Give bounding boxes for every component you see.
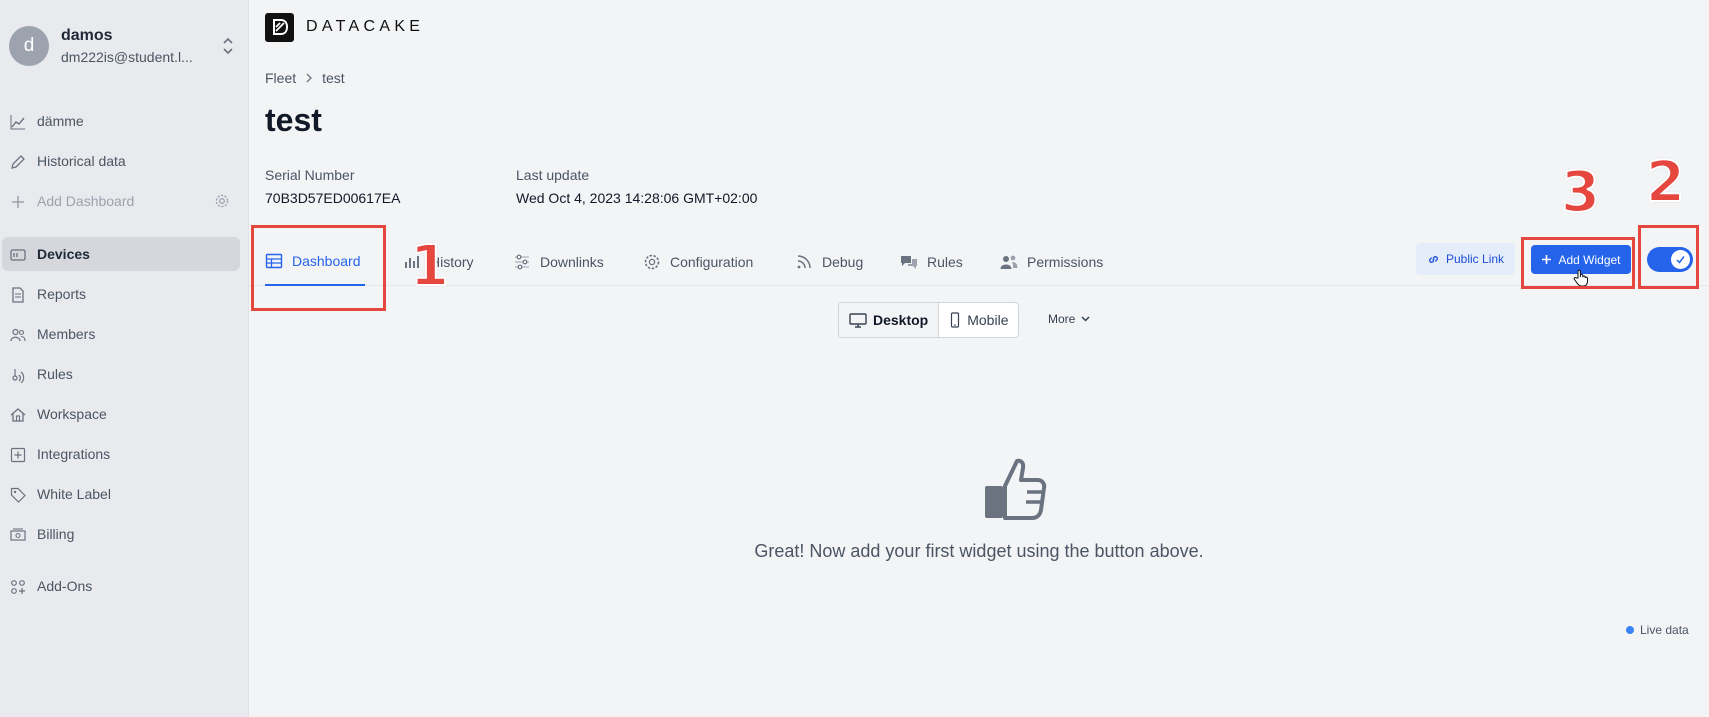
pencil-icon (11, 155, 25, 169)
page-title: test (265, 102, 322, 138)
sidebar-item-workspace[interactable]: Workspace (2, 397, 240, 431)
sidebar-item-label: Rules (37, 366, 73, 382)
chart-line-icon (10, 115, 25, 130)
chat-icon (901, 256, 917, 269)
breadcrumb: Fleet test (265, 70, 345, 86)
annotation-number-3: 3 (1560, 159, 1601, 226)
live-dot (1626, 626, 1634, 634)
sidebar-item-white-label[interactable]: White Label (2, 477, 240, 511)
tab-rules[interactable]: Rules (900, 238, 963, 286)
sidebar-item-label: Workspace (37, 406, 107, 422)
sidebar-item-devices[interactable]: Devices (2, 237, 240, 271)
link-icon (1429, 255, 1438, 263)
last-update-label: Last update (516, 167, 590, 183)
rss-icon (797, 255, 811, 269)
sidebar-item-integrations[interactable]: Integrations (2, 437, 240, 471)
tab-label: Configuration (670, 254, 754, 270)
plus-icon (12, 196, 24, 208)
main-content: DATACAKE Fleet test test Serial Number 7… (249, 0, 1709, 717)
tab-label: Rules (927, 254, 963, 270)
signal-icon (12, 369, 25, 383)
sidebar-item-label: Integrations (37, 446, 111, 462)
mobile-view-button[interactable]: Mobile (939, 303, 1018, 337)
sidebar-item-members[interactable]: Members (2, 317, 240, 351)
tab-configuration[interactable]: Configuration (643, 238, 753, 286)
users-icon (10, 328, 26, 342)
desktop-label: Desktop (873, 312, 929, 328)
sidebar-item-damme[interactable]: dämme (2, 104, 240, 138)
sidebar-item-add-dashboard[interactable]: Add Dashboard (2, 184, 240, 218)
view-mode-switch: Desktop Mobile (838, 302, 1020, 338)
sidebar-item-label: Billing (37, 526, 75, 542)
more-label: More (1048, 312, 1076, 326)
sidebar-item-label: Historical data (37, 153, 126, 169)
apps-icon (11, 580, 25, 594)
sidebar-item-historical-data[interactable]: Historical data (2, 144, 240, 178)
logo-text: DATACAKE (306, 18, 425, 35)
monitor-icon (849, 313, 867, 328)
tab-label: Downlinks (540, 254, 604, 270)
live-data-indicator: Live data (1626, 623, 1689, 637)
avatar: d (9, 26, 49, 66)
live-data-label: Live data (1640, 623, 1689, 637)
datacake-logo[interactable]: DATACAKE (265, 12, 425, 42)
empty-state-message: Great! Now add your first widget using t… (754, 541, 1204, 561)
desktop-view-button[interactable]: Desktop (839, 303, 940, 337)
annotation-box-2 (1638, 225, 1699, 289)
thumbs-up-icon (985, 458, 1047, 520)
device-icon (10, 249, 26, 261)
serial-number-label: Serial Number (265, 167, 355, 183)
sidebar-item-add-ons[interactable]: Add-Ons (2, 569, 240, 603)
breadcrumb-fleet[interactable]: Fleet (265, 70, 296, 86)
user-email: dm222is@student.l... (61, 49, 193, 65)
tab-label: Debug (822, 254, 864, 270)
sidebar-item-label: dämme (37, 113, 84, 129)
mobile-label: Mobile (967, 312, 1009, 328)
datacake-logo-icon (265, 12, 294, 42)
home-icon (10, 408, 26, 422)
tab-downlinks[interactable]: Downlinks (513, 238, 604, 286)
public-link-button[interactable]: Public Link (1416, 243, 1516, 275)
chevron-right-icon (306, 73, 313, 83)
sidebar-item-label: White Label (37, 486, 111, 502)
sidebar-item-reports[interactable]: Reports (2, 277, 240, 311)
plus-square-icon (10, 447, 26, 463)
gear-icon[interactable] (214, 193, 230, 209)
chevron-down-icon (1081, 316, 1090, 322)
annotation-box-1 (251, 225, 386, 311)
sliders-icon (515, 254, 529, 270)
sidebar: d damos dm222is@student.l... dämme Histo… (0, 0, 249, 717)
annotation-box-3 (1521, 237, 1635, 289)
annotation-number-2: 2 (1645, 149, 1686, 216)
phone-icon (951, 312, 960, 328)
user-name: damos (61, 27, 113, 44)
serial-number-value: 70B3D57ED00617EA (265, 190, 401, 206)
sidebar-item-billing[interactable]: Billing (2, 517, 240, 551)
chevron-up-down-icon (223, 37, 233, 55)
sidebar-item-label: Add-Ons (37, 578, 93, 594)
last-update-value: Wed Oct 4, 2023 14:28:06 GMT+02:00 (516, 190, 758, 206)
sidebar-item-label: Reports (37, 286, 87, 302)
user-switcher[interactable]: d damos dm222is@student.l... (9, 26, 241, 66)
tab-label: Permissions (1027, 254, 1104, 270)
tag-icon (10, 487, 26, 503)
public-link-label: Public Link (1446, 252, 1505, 266)
sidebar-item-label: Add Dashboard (37, 193, 135, 209)
sidebar-item-label: Members (37, 326, 96, 342)
cash-icon (10, 528, 26, 541)
sidebar-item-label: Devices (37, 246, 90, 262)
document-icon (12, 287, 24, 303)
tab-permissions[interactable]: Permissions (1000, 238, 1103, 286)
sidebar-item-rules[interactable]: Rules (2, 357, 240, 391)
more-dropdown[interactable]: More (1048, 312, 1090, 326)
tab-debug[interactable]: Debug (795, 238, 863, 286)
gear-icon (644, 254, 660, 270)
users-icon (1000, 255, 1018, 269)
annotation-number-1: 1 (409, 233, 450, 300)
breadcrumb-current: test (322, 70, 345, 86)
